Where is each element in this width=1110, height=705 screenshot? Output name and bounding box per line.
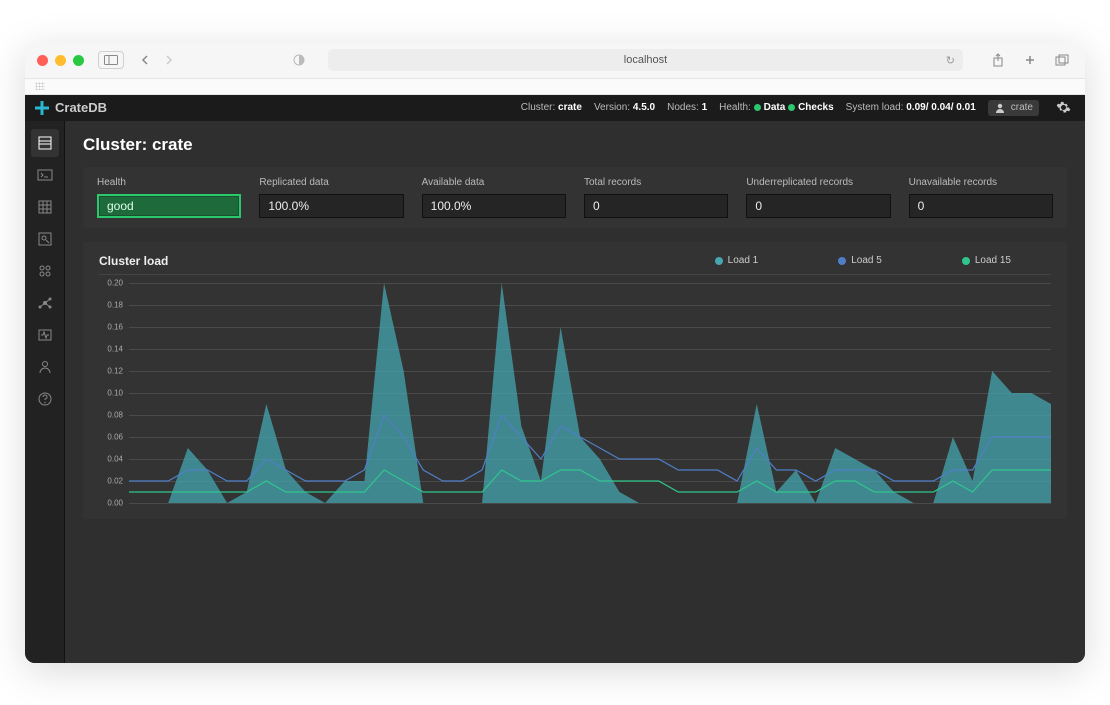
metric-underreplicated-value: 0 <box>746 194 890 218</box>
new-tab-icon[interactable] <box>1019 51 1041 69</box>
page-title: Cluster: crate <box>83 135 1067 155</box>
metric-total-label: Total records <box>584 177 728 188</box>
legend-load1: Load 1 <box>715 255 759 266</box>
sidebar-toggle-button[interactable] <box>98 51 124 69</box>
sidebar <box>25 121 65 663</box>
topbar-nodes-label: Nodes: <box>667 102 699 113</box>
brand-text: CrateDB <box>55 100 107 115</box>
sidebar-item-users[interactable] <box>31 353 59 381</box>
tabs-icon[interactable] <box>1051 51 1073 69</box>
traffic-lights <box>37 55 84 66</box>
metric-total: Total records 0 <box>584 177 728 218</box>
legend-load15: Load 15 <box>962 255 1011 266</box>
topbar-health-checks: Checks <box>798 102 834 113</box>
metric-replicated: Replicated data 100.0% <box>259 177 403 218</box>
browser-toolbar: localhost ↻ <box>25 43 1085 79</box>
legend-dot-icon <box>962 257 970 265</box>
share-icon[interactable] <box>987 51 1009 69</box>
topbar-load-label: System load: <box>846 102 904 113</box>
status-dot-icon <box>788 104 795 111</box>
user-chip[interactable]: crate <box>988 100 1039 116</box>
y-tick-label: 0.16 <box>107 322 123 331</box>
topbar-health-data: Data <box>764 102 786 113</box>
status-dot-icon <box>754 104 761 111</box>
settings-button[interactable] <box>1051 96 1075 120</box>
sidebar-item-monitoring[interactable] <box>31 321 59 349</box>
url-text: localhost <box>624 54 667 66</box>
chart-title: Cluster load <box>99 254 168 268</box>
user-icon <box>994 102 1006 114</box>
cluster-load-panel: Cluster load Load 1 Load 5 Load 15 0.00 0… <box>83 242 1067 519</box>
y-tick-label: 0.00 <box>107 498 123 507</box>
browser-window: localhost ↻ CrateDB Cluster: crate <box>25 43 1085 663</box>
legend-dot-icon <box>838 257 846 265</box>
y-axis: 0.000.020.040.060.080.100.120.140.160.18… <box>99 283 127 503</box>
user-name: crate <box>1011 102 1033 113</box>
grid-line <box>129 503 1051 504</box>
topbar-nodes-value: 1 <box>702 102 708 113</box>
y-tick-label: 0.06 <box>107 432 123 441</box>
y-tick-label: 0.10 <box>107 388 123 397</box>
legend-load15-label: Load 15 <box>975 255 1011 266</box>
sidebar-item-tables[interactable] <box>31 193 59 221</box>
minimize-window-button[interactable] <box>55 55 66 66</box>
app-topbar: CrateDB Cluster: crate Version: 4.5.0 No… <box>25 95 1085 121</box>
main-content: Cluster: crate Health good Replicated da… <box>65 121 1085 663</box>
metric-underreplicated-label: Underreplicated records <box>746 177 890 188</box>
topbar-cluster-value: crate <box>558 102 582 113</box>
topbar-load-value: 0.09/ 0.04/ 0.01 <box>906 102 976 113</box>
y-tick-label: 0.20 <box>107 278 123 287</box>
url-bar[interactable]: localhost ↻ <box>328 49 963 71</box>
topbar-health-label: Health: <box>719 102 751 113</box>
y-tick-label: 0.04 <box>107 454 123 463</box>
topbar-version-value: 4.5.0 <box>633 102 655 113</box>
bookmark-grip-icon <box>35 82 45 90</box>
metric-total-value: 0 <box>584 194 728 218</box>
metric-unavailable-value: 0 <box>909 194 1053 218</box>
legend-load1-label: Load 1 <box>728 255 759 266</box>
sidebar-item-console[interactable] <box>31 161 59 189</box>
reader-icon[interactable] <box>288 51 310 69</box>
metric-unavailable: Unavailable records 0 <box>909 177 1053 218</box>
metric-replicated-value: 100.0% <box>259 194 403 218</box>
sidebar-item-help[interactable] <box>31 385 59 413</box>
legend-load5: Load 5 <box>838 255 882 266</box>
topbar-version-label: Version: <box>594 102 630 113</box>
back-button[interactable] <box>134 51 156 69</box>
topbar-cluster-label: Cluster: <box>521 102 555 113</box>
metric-available: Available data 100.0% <box>422 177 566 218</box>
bookmark-bar <box>25 79 1085 95</box>
y-tick-label: 0.12 <box>107 366 123 375</box>
brand[interactable]: CrateDB <box>35 100 107 115</box>
y-tick-label: 0.18 <box>107 300 123 309</box>
y-tick-label: 0.08 <box>107 410 123 419</box>
y-tick-label: 0.14 <box>107 344 123 353</box>
metric-available-label: Available data <box>422 177 566 188</box>
legend-dot-icon <box>715 257 723 265</box>
chart-svg <box>129 283 1051 503</box>
reload-icon[interactable]: ↻ <box>946 54 955 67</box>
metric-underreplicated: Underreplicated records 0 <box>746 177 890 218</box>
metric-health-value: good <box>97 194 241 218</box>
forward-button[interactable] <box>158 51 180 69</box>
close-window-button[interactable] <box>37 55 48 66</box>
maximize-window-button[interactable] <box>73 55 84 66</box>
health-panel: Health good Replicated data 100.0% Avail… <box>83 167 1067 228</box>
sidebar-item-cluster[interactable] <box>31 289 59 317</box>
sidebar-item-views[interactable] <box>31 225 59 253</box>
sidebar-item-overview[interactable] <box>31 129 59 157</box>
y-tick-label: 0.02 <box>107 476 123 485</box>
metric-health-label: Health <box>97 177 241 188</box>
chart-area: 0.000.020.040.060.080.100.120.140.160.18… <box>99 283 1051 503</box>
gear-icon <box>1056 100 1071 115</box>
sidebar-item-shards[interactable] <box>31 257 59 285</box>
legend-load5-label: Load 5 <box>851 255 882 266</box>
metric-health: Health good <box>97 177 241 218</box>
brand-logo-icon <box>35 101 49 115</box>
metric-replicated-label: Replicated data <box>259 177 403 188</box>
load1-area <box>129 283 1051 503</box>
metric-available-value: 100.0% <box>422 194 566 218</box>
metric-unavailable-label: Unavailable records <box>909 177 1053 188</box>
app-root: CrateDB Cluster: crate Version: 4.5.0 No… <box>25 95 1085 663</box>
